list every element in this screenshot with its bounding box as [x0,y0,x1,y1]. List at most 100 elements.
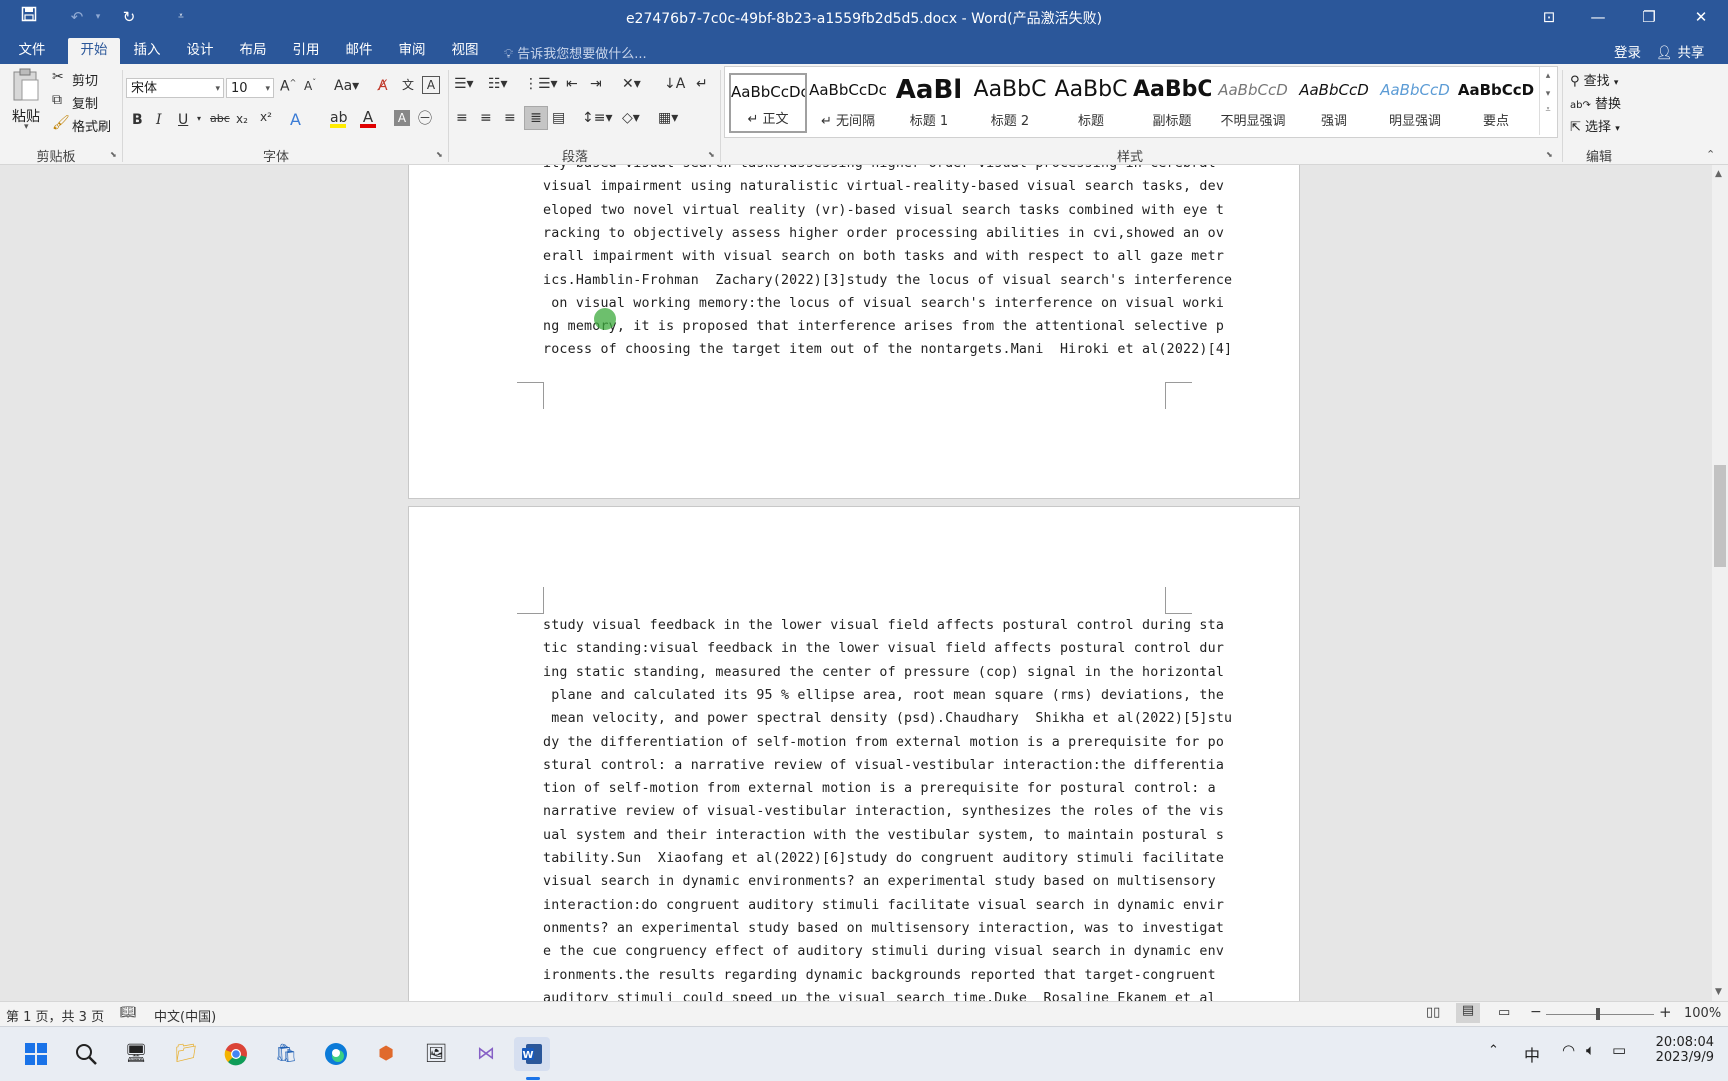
paste-button[interactable] [10,68,42,106]
style-heading-1[interactable]: AaBl 标题 1 [890,73,968,133]
tab-references[interactable]: 引用 [285,38,327,64]
show-marks-icon[interactable]: ↵ [696,76,708,92]
increase-indent-icon[interactable]: ⇥ [590,76,602,92]
clear-formatting-icon[interactable]: A̸ [378,78,388,94]
decrease-indent-icon[interactable]: ⇤ [566,76,578,92]
tab-view[interactable]: 视图 [444,38,486,64]
chevron-down-icon[interactable]: ▾ [1540,89,1556,99]
windows-start-icon[interactable] [18,1037,54,1071]
styles-launcher-icon[interactable]: ⬊ [1546,150,1553,159]
web-layout-icon[interactable]: ▭ [1498,1005,1510,1020]
chrome-icon[interactable] [218,1037,254,1071]
ime-indicator[interactable]: 中 [1524,1042,1540,1066]
battery-icon[interactable]: ▭ [1612,1041,1626,1059]
document-line[interactable]: rocess of choosing the target item out o… [543,342,1232,357]
chevron-up-icon[interactable]: ▴ [1540,71,1556,81]
tab-design[interactable]: 设计 [179,38,221,64]
style-emphasis[interactable]: AaBbCcD 强调 [1295,73,1373,133]
sort-icon[interactable]: ↓A [664,76,685,92]
wifi-icon[interactable]: ◠ [1562,1041,1575,1059]
gallery-more-icon[interactable]: ⩡ [1540,105,1556,115]
shrink-font-icon[interactable]: Aˇ [304,78,316,93]
enclose-characters-icon[interactable]: ㊀ [418,108,432,128]
document-line[interactable]: narrative review of visual-vestibular in… [543,804,1224,819]
replace-button[interactable]: ab↷ 替换 [1570,93,1621,112]
document-line[interactable]: ing static standing, measured the center… [543,665,1224,680]
file-explorer-icon[interactable]: 📁︎ [168,1037,204,1071]
find-button[interactable]: ⚲ 查找 ▾ [1570,70,1618,89]
style-no-spacing[interactable]: AaBbCcDc ↵ 无间隔 [809,73,887,133]
document-line[interactable]: ual system and their interaction with th… [543,828,1224,843]
document-line[interactable]: dy the differentiation of self-motion fr… [543,735,1224,750]
font-size-combo[interactable]: 10 ▾ [226,78,274,98]
signin-link[interactable]: 登录 [1614,41,1641,61]
font-launcher-icon[interactable]: ⬊ [436,150,443,159]
font-name-combo[interactable]: 宋体 ▾ [126,78,224,98]
document-line[interactable]: study visual feedback in the lower visua… [543,618,1224,633]
proofing-icon[interactable]: 📖︎ [120,1005,137,1020]
change-case-icon[interactable]: Aa▾ [334,78,359,94]
document-line[interactable]: tability.Sun Xiaofang et al(2022)[6]stud… [543,851,1232,866]
style-title[interactable]: AaBbC 标题 [1052,73,1130,133]
clock[interactable]: 20:08:04 2023/9/9 [1648,1035,1714,1065]
bold-icon[interactable]: B [132,112,143,128]
underline-dropdown-icon[interactable]: ▾ [197,114,201,123]
zoom-in-icon[interactable]: + [1659,1003,1672,1021]
tell-me-box[interactable]: 💡︎ 告诉我您想要做什么... [504,43,647,62]
share-button[interactable]: 👤︎ 共享 [1656,41,1704,61]
multilevel-list-icon[interactable]: ⋮☰▾ [524,76,558,92]
text-effects-icon[interactable]: A [290,110,301,129]
document-line[interactable]: plane and calculated its 95 % ellipse ar… [543,688,1224,703]
scroll-thumb[interactable] [1714,465,1726,567]
scroll-down-icon[interactable]: ▼ [1715,987,1722,997]
media-app-icon[interactable]: 🖼︎ [418,1037,454,1071]
tab-layout[interactable]: 布局 [232,38,274,64]
document-line[interactable]: eloped two novel virtual reality (vr)-ba… [543,203,1224,218]
document-line[interactable]: on visual working memory:the locus of vi… [543,296,1224,311]
distributed-icon[interactable]: ▤ [552,110,565,126]
document-line[interactable]: tion of self-motion from external motion… [543,781,1224,796]
align-right-icon[interactable]: ≡ [504,110,516,126]
chevron-up-icon[interactable]: ⌃ [1488,1043,1499,1058]
zoom-slider-thumb[interactable] [1596,1008,1600,1020]
gallery-scroll[interactable]: ▴ ▾ ⩡ [1539,67,1556,135]
print-layout-icon[interactable]: ▤ [1456,1003,1480,1023]
zoom-level[interactable]: 100% [1684,1006,1721,1021]
document-line[interactable]: ng memory, it is proposed that interfere… [543,319,1224,334]
select-button[interactable]: ⇱ 选择 ▾ [1570,116,1620,135]
volume-icon[interactable]: 🔈︎ [1586,1041,1595,1059]
search-icon[interactable] [68,1037,104,1071]
highlight-icon[interactable]: ab [330,110,347,128]
copy-button[interactable]: 复制 [72,93,98,112]
tab-file[interactable]: 文件 [10,38,54,64]
italic-icon[interactable]: I [156,112,162,128]
phonetic-guide-icon[interactable]: 文 [402,76,414,93]
shading-icon[interactable]: ◇▾ [622,110,640,126]
tab-mailings[interactable]: 邮件 [338,38,380,64]
document-line[interactable]: ironments.the results regarding dynamic … [543,968,1224,983]
edge-icon[interactable] [318,1037,354,1071]
chinese-layout-icon[interactable]: ✕▾ [622,76,641,92]
character-shading-icon[interactable]: A [394,110,410,126]
strikethrough-icon[interactable]: abc [210,112,230,125]
style-normal[interactable]: AaBbCcDc ↵ 正文 [729,73,807,133]
document-canvas[interactable]: ity based visual search tasks:assessing … [0,165,1712,1001]
justify-icon[interactable]: ≣ [524,106,548,130]
style-heading-2[interactable]: AaBbC 标题 2 [971,73,1049,133]
paste-dropdown-icon[interactable]: ▾ [24,122,29,132]
store-icon[interactable]: 🛍︎ [268,1037,304,1071]
bullets-icon[interactable]: ☰▾ [454,76,474,92]
page-count[interactable]: 第 1 页，共 3 页 [6,1006,104,1025]
document-line[interactable]: ity based visual search tasks:assessing … [543,165,1216,171]
word-icon[interactable]: W [514,1037,550,1071]
line-spacing-icon[interactable]: ↕≡▾ [582,110,613,126]
format-painter-button[interactable]: 格式刷 [72,116,111,135]
document-line[interactable]: e the cue congruency effect of auditory … [543,944,1224,959]
document-line[interactable]: ics.Hamblin-Frohman Zachary(2022)[3]stud… [543,273,1232,288]
tab-insert[interactable]: 插入 [126,38,168,64]
close-button[interactable]: ✕ [1678,0,1724,34]
scroll-up-icon[interactable]: ▲ [1715,169,1722,179]
document-line[interactable]: stural control: a narrative review of vi… [543,758,1224,773]
character-border-icon[interactable]: A [422,76,440,94]
clipboard-launcher-icon[interactable]: ⬊ [110,150,117,159]
